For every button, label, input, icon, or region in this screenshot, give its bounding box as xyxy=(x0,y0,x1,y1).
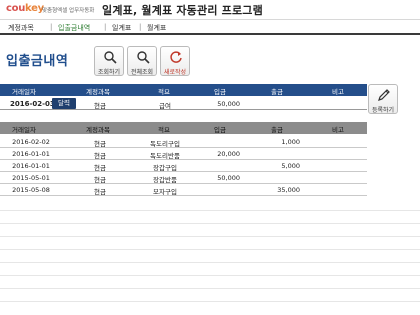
menu-item-monthly-report[interactable]: 월계표 xyxy=(147,23,166,33)
menu-item-accounts[interactable]: 계정과목 xyxy=(8,23,34,33)
column-header-withdrawal: 출금 xyxy=(271,126,283,134)
reset-button[interactable]: 새로작성 xyxy=(160,46,190,76)
row-deposit: 20,000 xyxy=(217,150,240,158)
table-row[interactable]: 2016-01-01 현금 장갑구입 5,000 xyxy=(0,160,367,172)
column-header-account: 계정과목 xyxy=(86,126,110,134)
menu-separator: | xyxy=(50,23,53,31)
list-table-header: 거래일자 계정과목 적요 입금 출금 비고 xyxy=(0,122,367,134)
row-account: 현금 xyxy=(94,140,106,148)
table-row[interactable]: 2015-05-01 현금 장갑반품 50,000 xyxy=(0,172,367,184)
reset-button-label: 새로작성 xyxy=(163,69,187,76)
title-bar: coukey 맞춤형엑셀 업무자동화 일계표, 월계표 자동관리 프로그램 xyxy=(0,0,420,18)
table-row[interactable]: 2016-01-01 현금 독도리반품 20,000 xyxy=(0,148,367,160)
table-row[interactable]: 2015-05-08 현금 모자구입 35,000 xyxy=(0,184,367,196)
menu-bar: 계정과목 | 입출금내역 | 일계표 | 월계표 xyxy=(0,19,420,35)
app-title: 일계표, 월계표 자동관리 프로그램 xyxy=(102,4,263,17)
column-header-memo: 적요 xyxy=(158,88,170,96)
grid-divider xyxy=(0,262,420,263)
refresh-icon xyxy=(170,51,182,63)
brand-logo: coukey xyxy=(6,3,44,14)
grid-divider xyxy=(0,236,420,237)
row-withdrawal: 1,000 xyxy=(281,138,300,146)
register-button-label: 등록하기 xyxy=(371,107,395,114)
row-account: 현금 xyxy=(94,164,106,172)
row-date: 2016-01-01 xyxy=(12,162,50,170)
row-memo: 장갑구입 xyxy=(153,164,177,172)
page-title: 입출금내역 xyxy=(6,54,69,69)
row-account: 현금 xyxy=(94,188,106,196)
grid-divider xyxy=(0,301,420,302)
search-button-label: 조회하기 xyxy=(97,69,121,76)
row-account: 현금 xyxy=(94,176,106,184)
menu-separator: | xyxy=(104,23,107,31)
column-header-date: 거래일자 xyxy=(12,126,36,134)
row-withdrawal: 5,000 xyxy=(281,162,300,170)
row-date: 2016-02-02 xyxy=(12,138,50,146)
entry-row: 2016-02-03 달력 현금 급여 50,000 xyxy=(0,97,367,110)
register-button[interactable]: 등록하기 xyxy=(368,84,398,114)
row-date: 2015-05-01 xyxy=(12,174,50,182)
row-date: 2015-05-08 xyxy=(12,186,50,194)
search-icon xyxy=(137,51,150,64)
column-header-note: 비고 xyxy=(332,88,344,96)
row-withdrawal: 35,000 xyxy=(277,186,300,194)
entry-date-field[interactable]: 2016-02-03 xyxy=(10,100,55,108)
grid-divider xyxy=(0,210,420,211)
search-all-button-label: 전체조회 xyxy=(130,69,154,76)
column-header-date: 거래일자 xyxy=(12,88,36,96)
entry-table-header: 거래일자 계정과목 적요 입금 출금 비고 xyxy=(0,84,367,96)
row-date: 2016-01-01 xyxy=(12,150,50,158)
column-header-deposit: 입금 xyxy=(214,88,226,96)
calendar-button[interactable]: 달력 xyxy=(52,98,76,109)
menu-item-daily-report[interactable]: 일계표 xyxy=(112,23,131,33)
grid-divider xyxy=(0,275,420,276)
column-header-withdrawal: 출금 xyxy=(271,88,283,96)
row-deposit: 50,000 xyxy=(217,174,240,182)
menu-separator: | xyxy=(139,23,142,31)
grid-divider xyxy=(0,249,420,250)
menu-item-transactions[interactable]: 입출금내역 xyxy=(58,23,90,33)
entry-account-field[interactable]: 현금 xyxy=(80,100,120,110)
search-icon xyxy=(104,51,117,64)
grid-divider xyxy=(0,223,420,224)
row-memo: 독도리구입 xyxy=(150,140,180,148)
column-header-account: 계정과목 xyxy=(86,88,110,96)
row-account: 현금 xyxy=(94,152,106,160)
grid-divider xyxy=(0,288,420,289)
pencil-icon xyxy=(378,89,390,101)
table-row[interactable]: 2016-02-02 현금 독도리구입 1,000 xyxy=(0,136,367,148)
column-header-note: 비고 xyxy=(332,126,344,134)
search-button[interactable]: 조회하기 xyxy=(94,46,124,76)
column-header-memo: 적요 xyxy=(158,126,170,134)
row-memo: 모자구입 xyxy=(153,188,177,196)
search-all-button[interactable]: 전체조회 xyxy=(127,46,157,76)
entry-deposit-field[interactable]: 50,000 xyxy=(175,100,240,108)
brand-tagline: 맞춤형엑셀 업무자동화 xyxy=(42,8,95,14)
column-header-deposit: 입금 xyxy=(214,126,226,134)
